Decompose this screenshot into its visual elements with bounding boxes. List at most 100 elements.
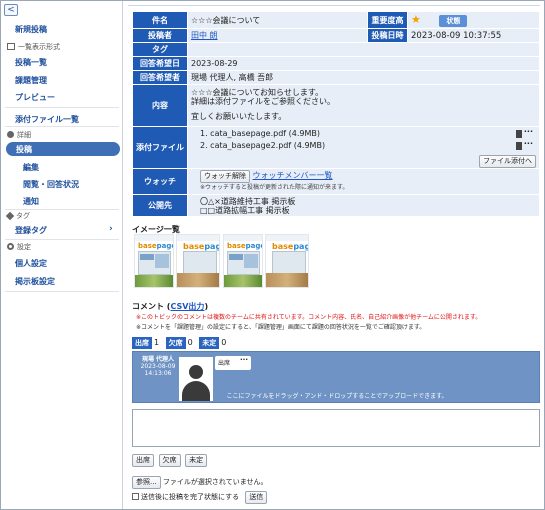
undecided-button[interactable]: 未定 (185, 454, 208, 467)
main-content: 件名 ☆☆☆会議について 重要度高 ★ 状態 投稿者 田中 朗 投稿日時 202… (124, 1, 544, 509)
responders-value: 現場 代理人, 高橋 吾郎 (187, 70, 540, 85)
image-thumbnail[interactable]: basepage (176, 234, 220, 288)
sidebar-item-board-settings[interactable]: 掲示板設定 (15, 276, 55, 287)
undecided-count: 0 (221, 338, 227, 347)
sidebar-section-label: タグ (16, 212, 30, 220)
no-file-text: ファイルが選択されていません。 (162, 478, 268, 486)
image-thumbnail[interactable]: basepage (265, 234, 309, 288)
sidebar-section-list: 一覧表示形式 (7, 42, 60, 52)
tag-value (187, 42, 540, 57)
file-icon[interactable] (516, 129, 522, 138)
poster-cell: 田中 朗 (187, 28, 368, 43)
sidebar-divider (5, 209, 119, 210)
file-name[interactable]: 1. cata_basepage.pdf (4.9MB) (200, 129, 320, 138)
more-icon[interactable]: ··· (524, 139, 533, 148)
watch-cell: ウォッチ解除 ウォッチメンバー一覧 ※ウォッチすると投稿が更新された際に通知が来… (187, 168, 540, 195)
public-board: □□道路拡幅工事 掲示板 (200, 205, 290, 215)
sidebar-item-new-post[interactable]: 新規投稿 (15, 24, 47, 35)
content-value: ☆☆☆会議についてお知らせします。 詳細は添付ファイルをご参照ください。 宜しく… (187, 84, 540, 127)
content-label: 内容 (132, 84, 188, 127)
due-label: 回答希望日 (132, 56, 188, 71)
post-date-value: 2023-08-09 10:37:55 (407, 28, 540, 43)
importance-label: 重要度高 (367, 11, 408, 29)
present-count: 1 (154, 338, 160, 347)
file-row[interactable]: 2. cata_basepage2.pdf (4.9MB) ··· (200, 139, 536, 153)
absent-button[interactable]: 欠席 (158, 454, 181, 467)
tag-icon (5, 211, 15, 221)
sidebar-section-label: 一覧表示形式 (18, 43, 60, 51)
thumbnail-logo: basepage (183, 242, 219, 251)
collapse-sidebar-button[interactable]: < (4, 4, 18, 16)
subject-value: ☆☆☆会議について (187, 11, 368, 29)
sidebar-divider (5, 126, 119, 127)
watch-members-link[interactable]: ウォッチメンバー一覧 (253, 171, 333, 180)
status-button[interactable]: 状態 (439, 15, 468, 27)
gear-icon (7, 243, 14, 250)
sidebar-item-attachments[interactable]: 添付ファイル一覧 (15, 114, 79, 125)
comment-text: 出席 (218, 360, 231, 367)
content-line: 詳細は添付ファイルをご参照ください。 (191, 97, 335, 106)
content-line: 宜しくお願いいたします。 (191, 112, 287, 121)
poster-link[interactable]: 田中 朗 (191, 31, 218, 40)
image-thumbnail[interactable]: basepage (134, 234, 174, 288)
thumbnail-logo: basepage (227, 242, 262, 250)
attach-cell: 1. cata_basepage.pdf (4.9MB) ··· 2. cata… (187, 126, 540, 169)
monitor-icon (7, 43, 15, 50)
sidebar-item-post-list[interactable]: 投稿一覧 (15, 57, 47, 68)
more-icon[interactable]: ··· (524, 127, 533, 136)
attendance-counts: 出席 1 欠席 0 未定 0 (132, 337, 230, 349)
sidebar-divider (5, 239, 119, 240)
watch-note: ※ウォッチすると投稿が更新された際に通知が来ます。 (200, 184, 349, 191)
sidebar: < 新規投稿 一覧表示形式 投稿一覧 課題管理 プレビュー 添付ファイル一覧 詳… (1, 1, 123, 509)
importance-cell: ★ 状態 (407, 11, 540, 29)
sidebar-item-edit[interactable]: 編集 (23, 162, 39, 173)
sidebar-item-reply-status[interactable]: 閲覧・回答状況 (23, 179, 79, 190)
absent-tag: 欠席 (165, 337, 186, 349)
sidebar-item-task-mgmt[interactable]: 課題管理 (15, 75, 47, 86)
send-line: 送信後に投稿を完了状態にする 送信 (132, 491, 268, 504)
comment-drop-zone[interactable]: 現場 代理人 2023-08-09 14:13:06 出席 ··· ここにファイ… (132, 351, 540, 403)
send-button[interactable]: 送信 (245, 491, 268, 504)
file-icon[interactable] (516, 141, 522, 150)
attach-file-button[interactable]: ファイル添付へ (479, 154, 536, 168)
sidebar-section-tag: タグ (5, 211, 30, 221)
sidebar-divider (5, 291, 119, 292)
post-detail-table: 件名 ☆☆☆会議について 重要度高 ★ 状態 投稿者 田中 朗 投稿日時 202… (132, 11, 540, 217)
watch-release-button[interactable]: ウォッチ解除 (200, 170, 250, 183)
complete-checkbox-label[interactable]: 送信後に投稿を完了状態にする (141, 493, 239, 501)
chevron-right-icon[interactable]: › (109, 224, 113, 234)
public-cell: 〇△×道路維持工事 掲示板 □□道路拡幅工事 掲示板 (187, 194, 540, 217)
comment-title: コメント (CSV出力) (132, 302, 209, 311)
present-tag: 出席 (132, 337, 152, 349)
watch-label: ウォッチ (132, 168, 188, 195)
csv-export-link[interactable]: CSV出力 (170, 302, 204, 311)
comment-textarea[interactable] (132, 409, 540, 447)
task-mgmt-note: ※コメントを「課題管理」の設定にすると、「課題管理」画面にて課題の回答状況を一覧… (136, 324, 426, 331)
present-button[interactable]: 出席 (132, 454, 154, 467)
quick-reply-buttons: 出席 欠席 未定 (132, 454, 209, 467)
thumbnail-logo: basepage (272, 242, 308, 251)
sidebar-item-tag-register[interactable]: 登録タグ (15, 225, 47, 236)
responders-label: 回答希望者 (132, 70, 188, 85)
subject-label: 件名 (132, 11, 188, 29)
sidebar-divider (5, 107, 119, 108)
comment-title-text: コメント (132, 302, 164, 311)
sidebar-item-notify[interactable]: 通知 (23, 196, 39, 207)
file-row[interactable]: 1. cata_basepage.pdf (4.9MB) ··· (200, 127, 536, 141)
browse-button[interactable]: 参照... (132, 476, 161, 489)
sidebar-item-preview[interactable]: プレビュー (15, 92, 55, 103)
sidebar-section-settings: 設定 (7, 242, 31, 252)
undecided-tag: 未定 (199, 337, 220, 349)
sidebar-item-personal-settings[interactable]: 個人設定 (15, 258, 47, 269)
sidebar-section-detail: 詳細 (7, 130, 31, 140)
poster-label: 投稿者 (132, 28, 188, 43)
info-icon (7, 131, 14, 138)
file-name[interactable]: 2. cata_basepage2.pdf (4.9MB) (200, 141, 325, 150)
drop-hint: ここにファイルをドラッグ・アンド・ドロップすることでアップロードできます。 (226, 393, 448, 400)
tag-label: タグ (132, 42, 188, 57)
comment-author: 現場 代理人 (141, 356, 175, 363)
complete-checkbox[interactable] (132, 493, 139, 500)
image-thumbnail[interactable]: basepage (223, 234, 263, 288)
more-icon[interactable]: ··· (240, 356, 248, 364)
sidebar-item-post[interactable]: 投稿 (6, 142, 120, 156)
